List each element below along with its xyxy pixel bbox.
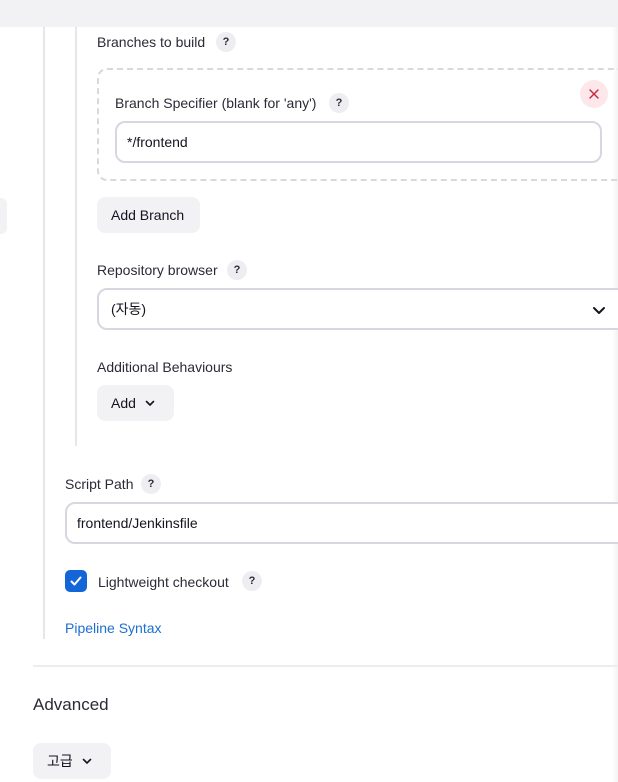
repository-browser-label: Repository browser	[97, 262, 218, 278]
left-edge-pill[interactable]	[0, 198, 7, 234]
add-behaviour-button[interactable]: Add	[97, 385, 174, 421]
repository-browser-value: (자동)	[111, 301, 147, 317]
add-branch-label: Add Branch	[111, 207, 185, 223]
add-behaviour-label: Add	[111, 395, 136, 411]
branch-specifier-label: Branch Specifier (blank for 'any')	[115, 95, 317, 111]
branches-to-build-label: Branches to build	[97, 34, 206, 50]
advanced-button-label: 고급	[47, 753, 73, 769]
top-strip	[0, 0, 618, 27]
close-icon	[589, 89, 599, 99]
branches-help-icon[interactable]: ?	[216, 32, 236, 52]
additional-behaviours-label: Additional Behaviours	[97, 359, 233, 375]
script-path-help-icon[interactable]: ?	[141, 474, 161, 494]
branch-specifier-help-icon[interactable]: ?	[329, 93, 349, 113]
inner-section-line	[75, 27, 77, 446]
lightweight-checkout-checkbox[interactable]	[65, 570, 87, 592]
pipeline-syntax-link[interactable]: Pipeline Syntax	[65, 620, 162, 636]
script-path-label: Script Path	[65, 476, 134, 492]
remove-branch-button[interactable]	[580, 80, 608, 108]
add-branch-button[interactable]: Add Branch	[97, 197, 200, 233]
advanced-button[interactable]: 고급	[33, 743, 111, 779]
lightweight-checkout-label[interactable]: Lightweight checkout	[98, 573, 229, 591]
lightweight-checkout-help-icon[interactable]: ?	[242, 571, 262, 591]
repository-browser-select[interactable]: (자동)	[97, 288, 618, 330]
script-path-input[interactable]: frontend/Jenkinsfile	[65, 502, 618, 544]
repository-browser-help-icon[interactable]: ?	[227, 260, 247, 280]
advanced-section-title: Advanced	[33, 695, 109, 714]
outer-section-line	[43, 27, 45, 639]
chevron-down-icon	[593, 307, 605, 314]
chevron-down-icon	[145, 400, 155, 406]
checkmark-icon	[70, 576, 82, 586]
branch-specifier-input[interactable]: */frontend	[115, 121, 602, 163]
chevron-down-icon	[82, 758, 92, 764]
section-divider	[33, 665, 618, 667]
